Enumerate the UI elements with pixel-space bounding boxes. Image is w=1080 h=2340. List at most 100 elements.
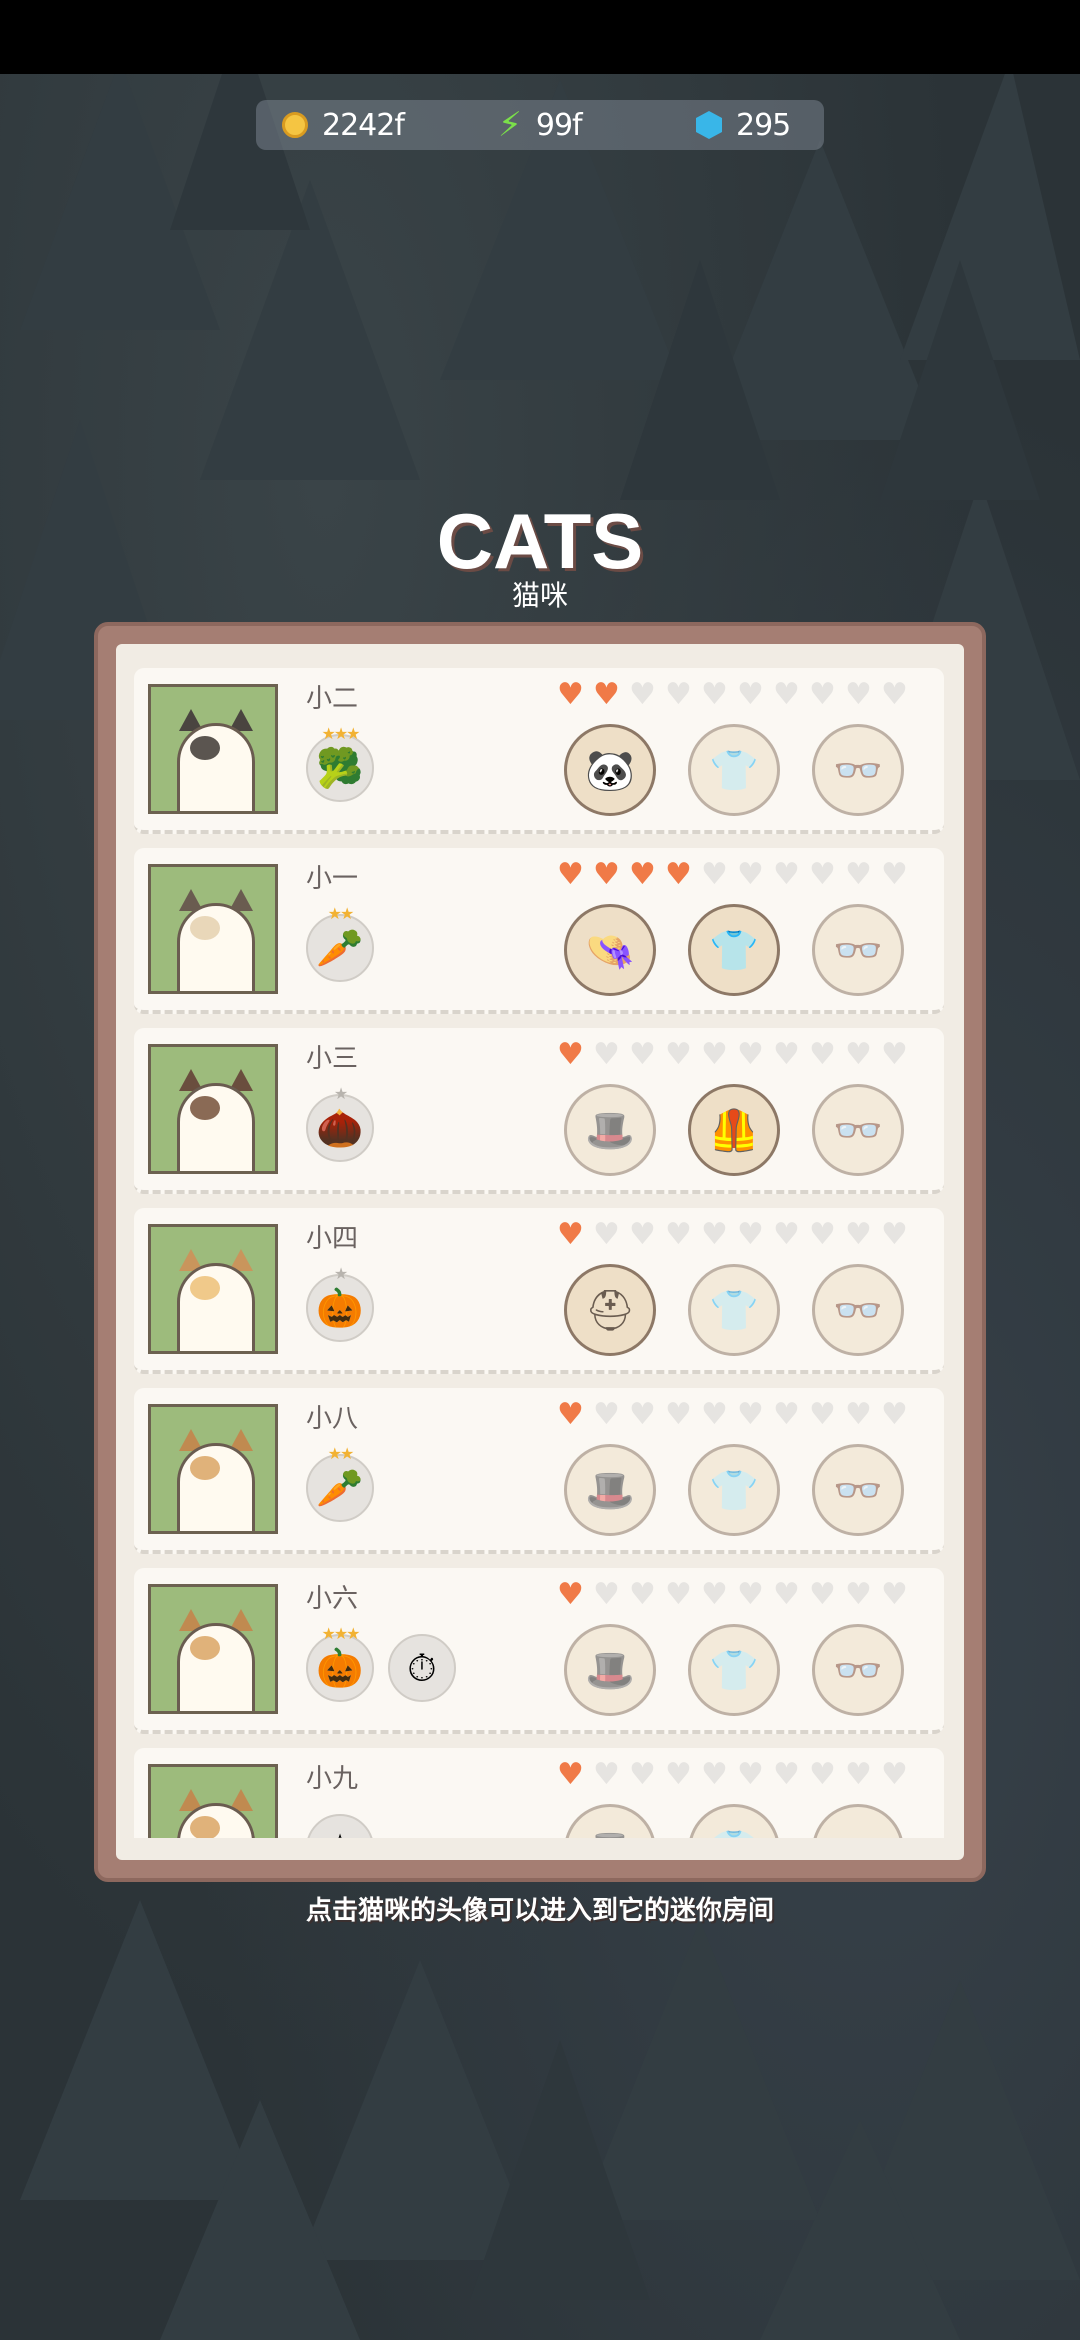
heart-icon: ♥ xyxy=(557,1757,584,1792)
heart-icon: ♥ xyxy=(845,1217,872,1252)
heart-icon: ♥ xyxy=(557,677,584,712)
affection-hearts: ♥ ♥ ♥ ♥ ♥ ♥ ♥ ♥ ♥ ♥ xyxy=(554,1220,911,1250)
coins-counter: 2242f xyxy=(282,100,405,150)
heart-icon: ♥ xyxy=(665,1397,692,1432)
energy-value: 99f xyxy=(535,107,583,143)
glasses-slot-icon[interactable]: 👓 xyxy=(812,904,904,996)
heart-icon: ♥ xyxy=(593,1397,620,1432)
glasses-slot-icon[interactable]: 👓 xyxy=(812,1804,904,1838)
cat-portrait xyxy=(177,903,255,991)
status-bar xyxy=(0,0,1080,74)
heart-icon: ♥ xyxy=(845,1037,872,1072)
heart-icon: ♥ xyxy=(557,1577,584,1612)
straw-hat-slot-icon[interactable]: 👒 xyxy=(564,904,656,996)
energy-counter: ⚡ 99f xyxy=(498,100,583,150)
heart-icon: ♥ xyxy=(629,1037,656,1072)
heart-icon: ♥ xyxy=(809,1577,836,1612)
gems-value: 295 xyxy=(736,107,791,143)
cat-avatar[interactable] xyxy=(148,1404,278,1534)
cat-fur-patch xyxy=(190,736,220,760)
glasses-slot-icon[interactable]: 👓 xyxy=(812,1444,904,1536)
heart-icon: ♥ xyxy=(665,1757,692,1792)
panda-hat-slot-icon[interactable]: 🐼 xyxy=(564,724,656,816)
shirt-slot-icon[interactable]: 👕 xyxy=(688,1444,780,1536)
cat-row: 小八 🥕 ★★ ♥ ♥ ♥ ♥ ♥ ♥ ♥ ♥ ♥ ♥ 🎩 👕 👓 xyxy=(134,1388,944,1554)
heart-icon: ♥ xyxy=(557,1217,584,1252)
hat-slot-icon[interactable]: 🎩 xyxy=(564,1624,656,1716)
heart-icon: ♥ xyxy=(773,1037,800,1072)
cat-avatar[interactable] xyxy=(148,864,278,994)
heart-icon: ♥ xyxy=(701,1397,728,1432)
acorn-icon: 🌰 ★ xyxy=(306,1084,374,1162)
heart-icon: ♥ xyxy=(629,1397,656,1432)
page-subtitle: 猫咪 xyxy=(511,579,568,612)
heart-icon: ♥ xyxy=(665,857,692,892)
cat-portrait xyxy=(177,723,255,811)
cat-row: 小二 🥦 ★★★ ♥ ♥ ♥ ♥ ♥ ♥ ♥ ♥ ♥ ♥ 🐼 👕 👓 xyxy=(134,668,944,834)
cat-name: 小二 xyxy=(306,684,359,714)
cat-avatar[interactable] xyxy=(148,1044,278,1174)
cat-portrait xyxy=(177,1263,255,1351)
cat-avatar[interactable] xyxy=(148,1764,278,1838)
heart-icon: ♥ xyxy=(701,1757,728,1792)
cat-fur-patch xyxy=(190,1636,220,1660)
heart-icon: ♥ xyxy=(773,1397,800,1432)
cat-avatar[interactable] xyxy=(148,684,278,814)
cat-portrait xyxy=(177,1623,255,1711)
heart-icon: ♥ xyxy=(773,1577,800,1612)
heart-icon: ♥ xyxy=(809,677,836,712)
heart-icon: ♥ xyxy=(737,677,764,712)
cat-name: 小九 xyxy=(306,1764,359,1794)
heart-icon: ♥ xyxy=(629,1217,656,1252)
heart-icon: ♥ xyxy=(845,857,872,892)
coin-icon xyxy=(282,112,308,138)
cat-portrait xyxy=(177,1443,255,1531)
heart-icon: ♥ xyxy=(665,1037,692,1072)
cat-row: 小九 ☆ ♥ ♥ ♥ ♥ ♥ ♥ ♥ ♥ ♥ ♥ 🎩 👕 👓 xyxy=(134,1748,944,1838)
glasses-slot-icon[interactable]: 👓 xyxy=(812,1624,904,1716)
shirt-slot-icon[interactable]: 👕 xyxy=(688,1804,780,1838)
carrot-icon: 🥕 ★★ xyxy=(306,1444,374,1522)
cat-fur-patch xyxy=(190,1456,220,1480)
hat-slot-icon[interactable]: 🎩 xyxy=(564,1444,656,1536)
cat-list[interactable]: 小二 🥦 ★★★ ♥ ♥ ♥ ♥ ♥ ♥ ♥ ♥ ♥ ♥ 🐼 👕 👓 小一 🥕 ★★ ♥ ♥ ♥ ♥ ♥ ♥ ♥ ♥ ♥ ♥ 👒 👕 👓 小三 🌰… xyxy=(114,650,966,1838)
heart-icon: ♥ xyxy=(665,677,692,712)
heart-icon: ♥ xyxy=(881,1757,908,1792)
heart-icon: ♥ xyxy=(845,677,872,712)
cat-name: 小六 xyxy=(306,1584,359,1614)
hat-slot-icon[interactable]: 🎩 xyxy=(564,1804,656,1838)
cat-row: 小一 🥕 ★★ ♥ ♥ ♥ ♥ ♥ ♥ ♥ ♥ ♥ ♥ 👒 👕 👓 xyxy=(134,848,944,1014)
heart-icon: ♥ xyxy=(593,857,620,892)
heart-icon: ♥ xyxy=(809,857,836,892)
heart-icon: ♥ xyxy=(773,1757,800,1792)
hat-slot-icon[interactable]: 🎩 xyxy=(564,1084,656,1176)
star-rating-icon: ★★ xyxy=(327,904,355,923)
item-icon: ☆ xyxy=(306,1814,374,1838)
heart-icon: ♥ xyxy=(845,1397,872,1432)
heart-icon: ♥ xyxy=(701,677,728,712)
heart-icon: ♥ xyxy=(629,1577,656,1612)
cat-avatar[interactable] xyxy=(148,1224,278,1354)
glasses-slot-icon[interactable]: 👓 xyxy=(812,1264,904,1356)
cat-name: 小三 xyxy=(306,1044,359,1074)
glasses-slot-icon[interactable]: 👓 xyxy=(812,1084,904,1176)
vest-slot-icon[interactable]: 🦺 xyxy=(688,1084,780,1176)
pumpkin-icon: 🎃 ★★★ xyxy=(306,1624,374,1702)
shirt-slot-icon[interactable]: 👕 xyxy=(688,724,780,816)
affection-hearts: ♥ ♥ ♥ ♥ ♥ ♥ ♥ ♥ ♥ ♥ xyxy=(554,1760,911,1790)
heart-icon: ♥ xyxy=(881,1577,908,1612)
shirt-slot-icon[interactable]: 👕 xyxy=(688,1264,780,1356)
affection-hearts: ♥ ♥ ♥ ♥ ♥ ♥ ♥ ♥ ♥ ♥ xyxy=(554,680,911,710)
glasses-slot-icon[interactable]: 👓 xyxy=(812,724,904,816)
star-rating-icon: ★★★ xyxy=(321,1624,360,1643)
shirt-slot-icon[interactable]: 👕 xyxy=(688,1624,780,1716)
shirt-slot-icon[interactable]: 👕 xyxy=(688,904,780,996)
heart-icon: ♥ xyxy=(881,1397,908,1432)
heart-icon: ♥ xyxy=(701,1217,728,1252)
hard-hat-slot-icon[interactable]: ⛑ xyxy=(564,1264,656,1356)
cat-avatar[interactable] xyxy=(148,1584,278,1714)
heart-icon: ♥ xyxy=(665,1217,692,1252)
heart-icon: ♥ xyxy=(701,1037,728,1072)
star-rating-icon: ★ xyxy=(333,1264,348,1283)
heart-icon: ♥ xyxy=(737,1757,764,1792)
